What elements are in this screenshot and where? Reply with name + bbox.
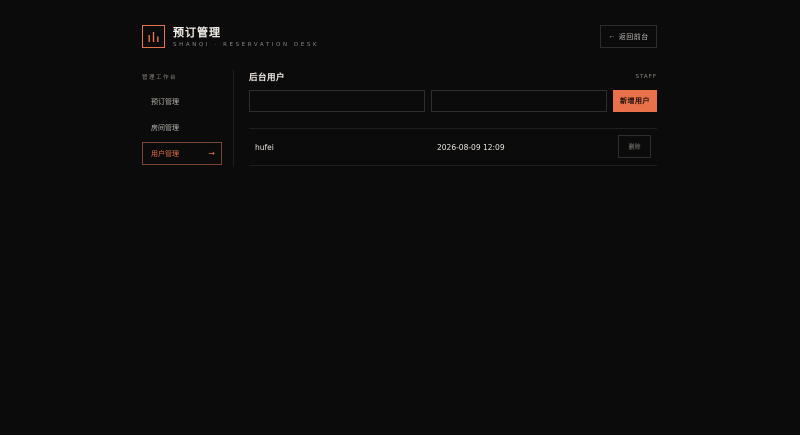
brand-text: 预订管理 SHANQI · RESERVATION DESK: [173, 26, 319, 48]
add-user-form: 新增用户: [249, 90, 657, 112]
app-subtitle: SHANQI · RESERVATION DESK: [173, 41, 320, 48]
back-button-label: 返回前台: [618, 33, 649, 41]
delete-user-button[interactable]: 删除: [618, 135, 651, 158]
bars-chart-icon: [142, 25, 165, 48]
table-row: hufei 2026-08-09 12:09 删除: [249, 129, 657, 165]
sidebar-item-rooms[interactable]: 房间管理: [142, 116, 222, 139]
list-divider: [249, 165, 657, 166]
sidebar: 管理工作台 预订管理 房间管理 用户管理 →: [142, 70, 222, 165]
back-to-front-button[interactable]: ← 返回前台: [600, 25, 657, 48]
username-input[interactable]: [249, 90, 425, 112]
arrow-right-icon: →: [208, 149, 215, 158]
arrow-left-icon: ←: [608, 33, 616, 40]
add-user-button[interactable]: 新增用户: [613, 90, 657, 112]
panel-header: 后台用户 STAFF: [249, 70, 657, 84]
app-title: 预订管理: [173, 25, 221, 39]
password-input[interactable]: [431, 90, 607, 112]
user-name: hufei: [255, 142, 274, 152]
sidebar-divider: [233, 70, 234, 167]
main-panel: 后台用户 STAFF 新增用户 hufei 2026-08-09 12:09 删…: [249, 70, 657, 166]
page-title: 后台用户: [249, 73, 286, 83]
admin-page: 预订管理 SHANQI · RESERVATION DESK ← 返回前台 管理…: [0, 0, 800, 435]
brand: 预订管理 SHANQI · RESERVATION DESK: [142, 25, 319, 48]
sidebar-item-reservations[interactable]: 预订管理: [142, 90, 222, 113]
panel-tag: STAFF: [635, 74, 657, 80]
sidebar-item-users[interactable]: 用户管理 →: [142, 142, 222, 165]
sidebar-section-label: 管理工作台: [142, 75, 178, 81]
sidebar-item-label: 房间管理: [151, 123, 179, 132]
sidebar-item-label: 用户管理: [151, 149, 179, 158]
sidebar-item-label: 预订管理: [151, 97, 179, 106]
user-created-time: 2026-08-09 12:09: [437, 142, 505, 152]
